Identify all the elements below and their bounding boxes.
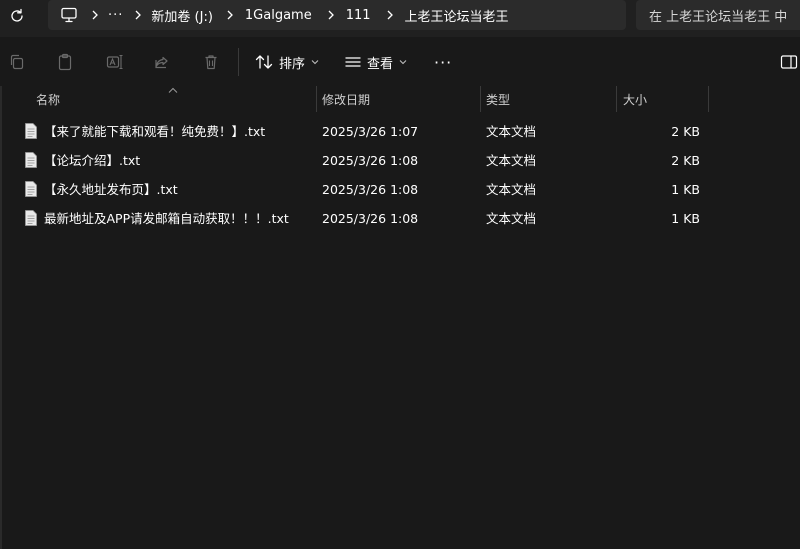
view-label: 查看 — [367, 56, 394, 72]
file-explorer-window: ··· 新加卷 (J:) 1Galgame 111 上老王论坛当老王 在 上老王… — [0, 0, 800, 549]
breadcrumb-folder-111[interactable]: 111 — [346, 0, 371, 30]
copy-icon — [10, 54, 24, 70]
address-row: ··· 新加卷 (J:) 1Galgame 111 上老王论坛当老王 在 上老王… — [0, 0, 800, 37]
text-file-icon — [25, 152, 37, 168]
rename-button[interactable] — [104, 51, 126, 73]
details-pane-icon — [780, 55, 798, 69]
column-header-row: 名称 修改日期 类型 大小 — [0, 86, 800, 112]
search-placeholder: 在 上老王论坛当老王 中 — [649, 9, 788, 25]
command-bar: 排序 查看 ··· — [0, 40, 800, 85]
column-header-name[interactable]: 名称 — [36, 86, 60, 112]
details-pane-button[interactable] — [778, 51, 800, 73]
paste-icon — [58, 53, 72, 71]
file-name: 【永久地址发布页】.txt — [44, 182, 178, 197]
rename-icon — [106, 54, 123, 70]
column-divider[interactable] — [616, 86, 617, 112]
text-file-icon — [25, 181, 37, 197]
sort-button[interactable]: 排序 — [255, 49, 319, 75]
chevron-right-icon[interactable] — [86, 0, 104, 30]
file-size: 1 KB — [671, 182, 700, 197]
file-name: 【论坛介绍】.txt — [44, 153, 141, 168]
search-box[interactable]: 在 上老王论坛当老王 中 — [636, 0, 800, 30]
file-type: 文本文档 — [486, 211, 537, 226]
breadcrumb-folder-1galgame[interactable]: 1Galgame — [245, 0, 312, 30]
file-size: 2 KB — [671, 124, 700, 139]
chevron-right-icon[interactable] — [129, 0, 147, 30]
text-file-icon — [25, 210, 37, 226]
share-icon — [155, 56, 168, 69]
file-row[interactable]: 【永久地址发布页】.txt 2025/3/26 1:08 文本文档 1 KB — [0, 175, 800, 204]
refresh-button[interactable] — [6, 5, 28, 27]
file-name: 【来了就能下载和观看！纯免费！】.txt — [44, 124, 266, 139]
file-type: 文本文档 — [486, 153, 537, 168]
view-icon — [345, 57, 361, 67]
breadcrumb-drive[interactable]: 新加卷 (J:) — [151, 0, 213, 30]
column-divider[interactable] — [708, 86, 709, 112]
file-modified: 2025/3/26 1:08 — [322, 211, 419, 226]
chevron-down-icon — [399, 60, 407, 65]
file-modified: 2025/3/26 1:07 — [322, 124, 419, 139]
chevron-right-icon[interactable] — [221, 0, 239, 30]
breadcrumb-computer[interactable] — [60, 0, 78, 30]
delete-icon — [205, 55, 217, 70]
file-size: 1 KB — [671, 211, 700, 226]
column-divider[interactable] — [480, 86, 481, 112]
file-modified: 2025/3/26 1:08 — [322, 182, 419, 197]
delete-button[interactable] — [200, 51, 222, 73]
share-button[interactable] — [151, 51, 173, 73]
file-modified: 2025/3/26 1:08 — [322, 153, 419, 168]
file-type: 文本文档 — [486, 182, 537, 197]
view-button[interactable]: 查看 — [345, 49, 407, 75]
chevron-right-icon[interactable] — [322, 0, 340, 30]
column-header-modified[interactable]: 修改日期 — [322, 86, 370, 112]
refresh-icon — [11, 8, 23, 22]
address-bar[interactable]: ··· 新加卷 (J:) 1Galgame 111 上老王论坛当老王 — [48, 0, 626, 30]
chevron-down-icon — [311, 60, 319, 65]
toolbar-divider — [238, 48, 239, 76]
sort-label: 排序 — [279, 56, 306, 72]
computer-icon — [61, 7, 77, 23]
chevron-right-icon[interactable] — [381, 0, 399, 30]
navigation-pane-edge — [0, 86, 2, 549]
column-divider[interactable] — [316, 86, 317, 112]
copy-button[interactable] — [6, 51, 28, 73]
file-type: 文本文档 — [486, 124, 537, 139]
file-name: 最新地址及APP请发邮箱自动获取！！！.txt — [44, 211, 289, 226]
file-row[interactable]: 【论坛介绍】.txt 2025/3/26 1:08 文本文档 2 KB — [0, 146, 800, 175]
paste-button[interactable] — [54, 51, 76, 73]
see-more-button[interactable]: ··· — [434, 49, 452, 75]
text-file-icon — [25, 123, 37, 139]
sort-icon — [255, 55, 273, 69]
file-row[interactable]: 【来了就能下载和观看！纯免费！】.txt 2025/3/26 1:07 文本文档… — [0, 117, 800, 146]
file-size: 2 KB — [671, 153, 700, 168]
column-header-type[interactable]: 类型 — [486, 86, 510, 112]
sort-ascending-icon — [168, 87, 178, 93]
column-header-size[interactable]: 大小 — [623, 86, 647, 112]
breadcrumb-overflow[interactable]: ··· — [108, 0, 123, 30]
breadcrumb-current-folder[interactable]: 上老王论坛当老王 — [405, 0, 509, 30]
file-row[interactable]: 最新地址及APP请发邮箱自动获取！！！.txt 2025/3/26 1:08 文… — [0, 204, 800, 233]
